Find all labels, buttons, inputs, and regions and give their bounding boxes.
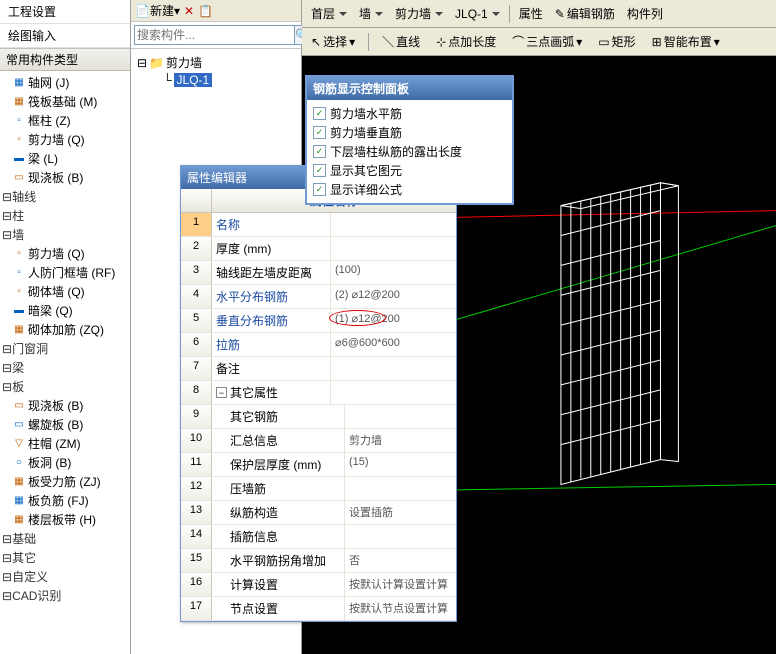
tree-node[interactable]: ▫人防门框墙 (RF) (0, 263, 130, 282)
left-panel: 工程设置 绘图输入 常用构件类型 ▦轴网 (J)▦筏板基础 (M)▫框柱 (Z)… (0, 0, 131, 654)
rect-tool[interactable]: ▭ 矩形 (593, 30, 640, 53)
tree-node[interactable]: ▬暗梁 (Q) (0, 301, 130, 320)
cat-select[interactable]: 墙 (354, 2, 388, 25)
type-select[interactable]: 剪力墙 (390, 2, 448, 25)
checkbox-icon[interactable]: ✓ (313, 145, 326, 158)
component-selected: JLQ-1 (174, 73, 213, 87)
tree-node[interactable]: ▫剪力墙 (Q) (0, 244, 130, 263)
checkbox-row[interactable]: ✓剪力墙垂直筋 (313, 123, 506, 142)
rebar-display-panel[interactable]: 钢筋显示控制面板 ✓剪力墙水平筋✓剪力墙垂直筋✓下层墙柱纵筋的露出长度✓显示其它… (305, 75, 514, 205)
checkbox-icon[interactable]: ✓ (313, 107, 326, 120)
component-list-button[interactable]: 构件列 (622, 2, 668, 25)
property-row[interactable]: 8− 其它属性 (181, 381, 456, 405)
tree-node[interactable]: ⊟ 门窗洞 (0, 339, 130, 358)
smart-layout-tool[interactable]: ⊞ 智能布置 ▾ (647, 30, 725, 53)
property-panel-title: 属性编辑器 (187, 169, 247, 186)
property-row[interactable]: 9 其它钢筋 (181, 405, 456, 429)
property-row[interactable]: 17 节点设置按默认节点设置计算 (181, 597, 456, 621)
tree-node[interactable]: ▬梁 (L) (0, 149, 130, 168)
tree-node[interactable]: ▦板负筋 (FJ) (0, 491, 130, 510)
property-row[interactable]: 5 垂直分布钢筋(1) ⌀12@200 (181, 309, 456, 333)
tree-node[interactable]: ⊟ 自定义 (0, 567, 130, 586)
left-top-tabs: 工程设置 绘图输入 (0, 0, 130, 49)
properties-button[interactable]: 属性 (514, 2, 548, 25)
property-row[interactable]: 7 备注 (181, 357, 456, 381)
property-row[interactable]: 10 汇总信息剪力墙 (181, 429, 456, 453)
tree-node[interactable]: ▦筏板基础 (M) (0, 92, 130, 111)
toolbar-top-1: 首层 墙 剪力墙 JLQ-1 属性 ✎ 编辑钢筋 构件列 (302, 0, 776, 28)
tree-node[interactable]: ⊟ 轴线 (0, 187, 130, 206)
tree-node[interactable]: ▭螺旋板 (B) (0, 415, 130, 434)
property-row[interactable]: 14 插筋信息 (181, 525, 456, 549)
left-tree[interactable]: ▦轴网 (J)▦筏板基础 (M)▫框柱 (Z)▫剪力墙 (Q)▬梁 (L)▭现浇… (0, 71, 130, 654)
tree-node[interactable]: ▦楼层板带 (H) (0, 510, 130, 529)
property-row[interactable]: 4 水平分布钢筋(2) ⌀12@200 (181, 285, 456, 309)
tree-node[interactable]: ⊟ 梁 (0, 358, 130, 377)
tree-node[interactable]: ▭现浇板 (B) (0, 396, 130, 415)
point-length-tool[interactable]: ⊹ 点加长度 (431, 30, 501, 53)
tab-draw-input[interactable]: 绘图输入 (0, 24, 130, 48)
property-row[interactable]: 15 水平钢筋拐角增加否 (181, 549, 456, 573)
checkbox-icon[interactable]: ✓ (313, 164, 326, 177)
rebar-panel-title: 钢筋显示控制面板 (307, 77, 512, 100)
checkbox-icon[interactable]: ✓ (313, 183, 326, 196)
checkbox-row[interactable]: ✓显示详细公式 (313, 180, 506, 199)
new-button[interactable]: 📄 新建 ▾ (135, 2, 180, 19)
checkbox-row[interactable]: ✓剪力墙水平筋 (313, 104, 506, 123)
tree-node[interactable]: ⊟ 基础 (0, 529, 130, 548)
select-tool[interactable]: ↖ 选择 ▾ (306, 30, 360, 53)
delete-icon[interactable]: ✕ (184, 4, 194, 18)
tree-node[interactable]: ▫框柱 (Z) (0, 111, 130, 130)
tree-node[interactable]: ⊟ 板 (0, 377, 130, 396)
tree-node[interactable]: ▫砌体墙 (Q) (0, 282, 130, 301)
tree-node[interactable]: ○板洞 (B) (0, 453, 130, 472)
toolbar-top-2: ↖ 选择 ▾ ＼ 直线 ⊹ 点加长度 ⌒ 三点画弧 ▾ ▭ 矩形 ⊞ 智能布置 … (302, 28, 776, 56)
item-select[interactable]: JLQ-1 (450, 4, 505, 24)
tree-node[interactable]: ⊟ 柱 (0, 206, 130, 225)
property-row[interactable]: 12 压墙筋 (181, 477, 456, 501)
property-row[interactable]: 2 厚度 (mm) (181, 237, 456, 261)
floor-select[interactable]: 首层 (306, 2, 352, 25)
edit-rebar-button[interactable]: ✎ 编辑钢筋 (550, 2, 620, 25)
tree-node[interactable]: ▦轴网 (J) (0, 73, 130, 92)
tree-node[interactable]: ▦板受力筋 (ZJ) (0, 472, 130, 491)
property-row[interactable]: 13 纵筋构造设置插筋 (181, 501, 456, 525)
checkbox-row[interactable]: ✓显示其它图元 (313, 161, 506, 180)
property-editor-panel[interactable]: 属性编辑器 ✕ 属性名称 1 名称2 厚度 (mm)3 轴线距左墙皮距离(100… (180, 165, 457, 622)
property-row[interactable]: 6 拉筋⌀6@600*600 (181, 333, 456, 357)
checkbox-row[interactable]: ✓下层墙柱纵筋的露出长度 (313, 142, 506, 161)
tab-project-settings[interactable]: 工程设置 (0, 0, 130, 24)
tree-node[interactable]: ▫剪力墙 (Q) (0, 130, 130, 149)
line-tool[interactable]: ＼ 直线 (377, 30, 425, 53)
checkbox-icon[interactable]: ✓ (313, 126, 326, 139)
copy-icon[interactable]: 📋 (198, 4, 213, 18)
property-row[interactable]: 11 保护层厚度 (mm)(15) (181, 453, 456, 477)
tree-node[interactable]: ▦砌体加筋 (ZQ) (0, 320, 130, 339)
tree-node[interactable]: ⊟ 墙 (0, 225, 130, 244)
search-input[interactable] (134, 25, 295, 45)
tree-node[interactable]: ▽柱帽 (ZM) (0, 434, 130, 453)
property-row[interactable]: 16 计算设置按默认计算设置计算 (181, 573, 456, 597)
tree-node[interactable]: ⊟ CAD识别 (0, 586, 130, 605)
tree-node[interactable]: ⊟ 其它 (0, 548, 130, 567)
property-row[interactable]: 1 名称 (181, 213, 456, 237)
property-row[interactable]: 3 轴线距左墙皮距离(100) (181, 261, 456, 285)
tree-node[interactable]: ▭现浇板 (B) (0, 168, 130, 187)
arc-tool[interactable]: ⌒ 三点画弧 ▾ (507, 30, 587, 53)
left-tree-header: 常用构件类型 (0, 49, 130, 71)
